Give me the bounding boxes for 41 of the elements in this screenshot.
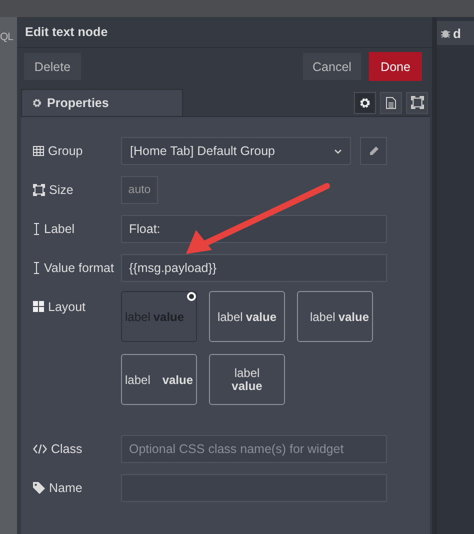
properties-tab[interactable]: Properties [21,89,183,116]
pencil-icon [368,146,378,156]
text-cursor-icon [33,262,40,274]
table-icon [33,146,44,156]
resize-icon [410,96,424,109]
field-label: Group [48,144,83,158]
tiles-icon [33,301,44,312]
settings-icon [32,98,42,108]
panel-tab-text: QL [0,31,14,43]
sidebar-tab[interactable]: d [437,21,474,45]
field-label: Label [44,222,75,236]
document-icon [386,96,396,108]
group-dropdown[interactable]: [Home Tab] Default Group [121,137,351,165]
field-label: Value format [44,260,114,274]
tool-tab[interactable] [406,92,428,114]
code-icon [33,444,47,454]
text-cursor-icon [33,222,40,234]
layout-option[interactable]: label value [121,354,197,405]
field-label: Class [51,442,82,456]
resize-icon [33,184,45,196]
layout-option[interactable]: label value [209,291,285,342]
edit-button[interactable] [360,137,387,165]
dialog-button[interactable]: Delete [24,53,81,80]
dialog-button[interactable]: Cancel [303,53,361,80]
field-label: Layout [48,300,86,314]
bug-icon [441,28,450,38]
field-label: Size [49,182,74,196]
class-input[interactable]: Optional CSS class name(s) for widget [121,435,387,463]
tag-icon [33,482,45,494]
tool-tab[interactable] [380,92,402,114]
chevron-down-icon [334,148,342,154]
label-input[interactable]: Float: [121,215,387,243]
layout-option[interactable]: label value [297,291,373,342]
format-input[interactable]: {{msg.payload}} [121,254,387,282]
field-label: Name [49,480,82,494]
selection-handle[interactable] [187,292,196,301]
layout-option[interactable]: label value [209,354,285,405]
size-button[interactable]: auto [121,176,158,204]
done-button[interactable]: Done [369,52,422,81]
settings-icon [359,96,371,108]
tool-tab[interactable] [354,92,376,114]
